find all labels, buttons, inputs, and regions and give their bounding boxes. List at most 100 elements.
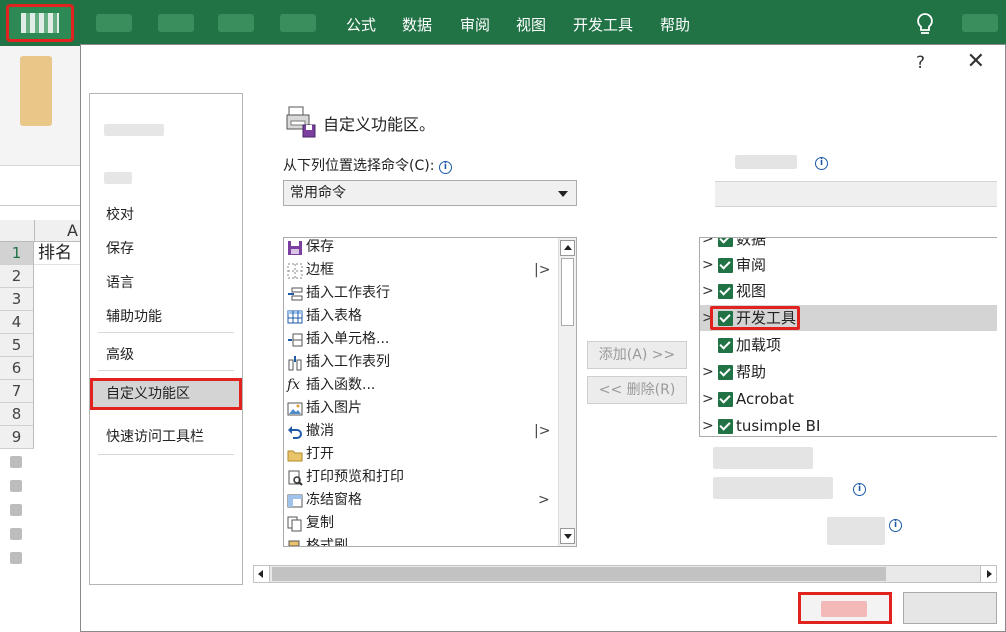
list-item[interactable]: 插入工作表行 <box>284 282 560 305</box>
row-header[interactable]: 3 <box>0 288 34 311</box>
row-header[interactable]: 6 <box>0 357 34 380</box>
nav-item-blurred[interactable] <box>104 124 164 136</box>
blurred-button[interactable] <box>713 447 813 469</box>
tree-item-acrobat[interactable]: > Acrobat <box>700 386 997 412</box>
nav-item-accessibility[interactable]: 辅助功能 <box>106 306 162 326</box>
list-item[interactable]: 打印预览和打印 <box>284 466 560 489</box>
tab-data[interactable]: 数据 <box>402 14 432 35</box>
scroll-thumb[interactable] <box>561 258 574 326</box>
checkbox[interactable] <box>718 338 733 353</box>
nav-item-quick-access-toolbar[interactable]: 快速访问工具栏 <box>106 426 204 446</box>
horizontal-scrollbar[interactable] <box>253 565 997 583</box>
tree-item-review[interactable]: > 审阅 <box>700 252 997 278</box>
nav-item-blurred[interactable] <box>104 172 132 184</box>
blurred-button[interactable] <box>713 477 833 499</box>
list-item[interactable]: 保存 <box>284 238 560 259</box>
chevron-right-icon[interactable]: > <box>702 413 714 436</box>
ribbon-tabs-dropdown[interactable] <box>715 181 997 207</box>
tree-item-addins[interactable]: 加载项 <box>700 332 997 358</box>
ribbon-tab-blurred[interactable] <box>280 14 316 32</box>
scroll-left-arrow-icon[interactable] <box>254 566 270 582</box>
list-item[interactable]: 撤消 |> <box>284 420 560 443</box>
chevron-right-icon[interactable]: > <box>702 359 714 385</box>
list-item[interactable]: 插入单元格... <box>284 328 560 351</box>
cell-a1[interactable]: 排名 <box>34 242 80 265</box>
chevron-right-icon[interactable]: > <box>702 278 714 304</box>
row-header[interactable]: 1 <box>0 242 34 265</box>
tree-item-help[interactable]: > 帮助 <box>700 359 997 385</box>
cancel-button[interactable] <box>903 592 997 624</box>
tree-item-developer[interactable]: > 开发工具 <box>700 305 997 331</box>
remove-button[interactable]: << 删除(R) <box>587 376 687 404</box>
checkbox[interactable] <box>718 419 733 434</box>
chevron-right-icon[interactable]: > <box>702 252 714 278</box>
ribbon-tabs-tree[interactable]: > 数据 > 审阅 > 视图 > 开发工具 加载项 > 帮助 > Acrobat > tusi… <box>699 237 997 437</box>
list-item[interactable]: 冻结窗格 > <box>284 489 560 512</box>
row-header[interactable]: 4 <box>0 311 34 334</box>
info-icon[interactable]: i <box>815 157 828 170</box>
tab-formulas[interactable]: 公式 <box>346 14 376 35</box>
formula-bar[interactable] <box>0 166 80 206</box>
tree-item-data[interactable]: > 数据 <box>700 238 997 252</box>
nav-item-advanced[interactable]: 高级 <box>106 344 134 364</box>
list-item[interactable]: 插入图片 <box>284 397 560 420</box>
row-header[interactable]: 5 <box>0 334 34 357</box>
ribbon-tab-blurred[interactable] <box>96 14 132 32</box>
lightbulb-icon[interactable] <box>914 12 936 36</box>
command-label: 插入工作表列 <box>306 354 390 370</box>
nav-item-language[interactable]: 语言 <box>106 272 134 292</box>
nav-item-proofing[interactable]: 校对 <box>106 204 134 224</box>
nav-item-save[interactable]: 保存 <box>106 238 134 258</box>
checkbox[interactable] <box>718 258 733 273</box>
scroll-right-arrow-icon[interactable] <box>980 566 996 582</box>
list-item[interactable]: 格式刷 <box>284 535 560 546</box>
list-item[interactable]: 插入工作表列 <box>284 351 560 374</box>
command-list-scrollbar[interactable] <box>558 238 576 546</box>
checkbox[interactable] <box>718 392 733 407</box>
chevron-right-icon[interactable]: > <box>702 238 714 252</box>
file-tab[interactable] <box>6 4 74 42</box>
reset-button-blurred[interactable] <box>827 517 885 545</box>
ribbon-tab-blurred[interactable] <box>218 14 254 32</box>
checkbox[interactable] <box>718 365 733 380</box>
row-header[interactable]: 9 <box>0 426 34 449</box>
row-header[interactable]: 8 <box>0 403 34 426</box>
column-header-a[interactable]: A <box>34 220 80 242</box>
list-item[interactable]: 打开 <box>284 443 560 466</box>
share-button-blurred[interactable] <box>962 14 998 32</box>
ribbon-tab-blurred[interactable] <box>158 14 194 32</box>
tree-item-view[interactable]: > 视图 <box>700 278 997 304</box>
scroll-thumb[interactable] <box>272 567 886 581</box>
checkbox[interactable] <box>718 284 733 299</box>
ok-button[interactable] <box>798 592 892 624</box>
scroll-up-arrow-icon[interactable] <box>560 240 575 256</box>
list-item[interactable]: 插入表格 <box>284 305 560 328</box>
tab-help[interactable]: 帮助 <box>660 14 690 35</box>
section-title: 自定义功能区。 <box>323 115 436 134</box>
row-header[interactable]: 2 <box>0 265 34 288</box>
tree-item-tusimple-bi[interactable]: > tusimple BI <box>700 413 997 436</box>
list-item[interactable]: 复制 <box>284 512 560 535</box>
paste-icon[interactable] <box>20 56 52 126</box>
command-list[interactable]: 保存 边框 |> 插入工作表行 插入表格 插入单元格... 插入工作表列 fx … <box>283 237 577 547</box>
nav-item-customize-ribbon[interactable]: 自定义功能区 <box>90 378 242 410</box>
tab-developer[interactable]: 开发工具 <box>573 14 633 35</box>
help-button[interactable]: ? <box>916 53 925 73</box>
list-item[interactable]: 边框 |> <box>284 259 560 282</box>
info-icon[interactable]: i <box>853 483 866 496</box>
command-label: 插入工作表行 <box>306 285 390 301</box>
tab-view[interactable]: 视图 <box>516 14 546 35</box>
row-header[interactable]: 7 <box>0 380 34 403</box>
chevron-right-icon[interactable]: > <box>702 386 714 412</box>
list-item[interactable]: fx 插入函数... <box>284 374 560 397</box>
close-button[interactable]: ✕ <box>967 49 985 74</box>
command-source-dropdown[interactable]: 常用命令 <box>283 180 577 206</box>
select-all-corner[interactable] <box>0 220 34 242</box>
scroll-down-arrow-icon[interactable] <box>560 528 575 544</box>
chevron-down-icon <box>558 191 568 197</box>
info-icon[interactable]: i <box>438 161 452 174</box>
add-button[interactable]: 添加(A) >> <box>587 341 687 369</box>
info-icon[interactable]: i <box>889 519 902 532</box>
tab-review[interactable]: 审阅 <box>460 14 490 35</box>
checkbox[interactable] <box>718 238 733 247</box>
